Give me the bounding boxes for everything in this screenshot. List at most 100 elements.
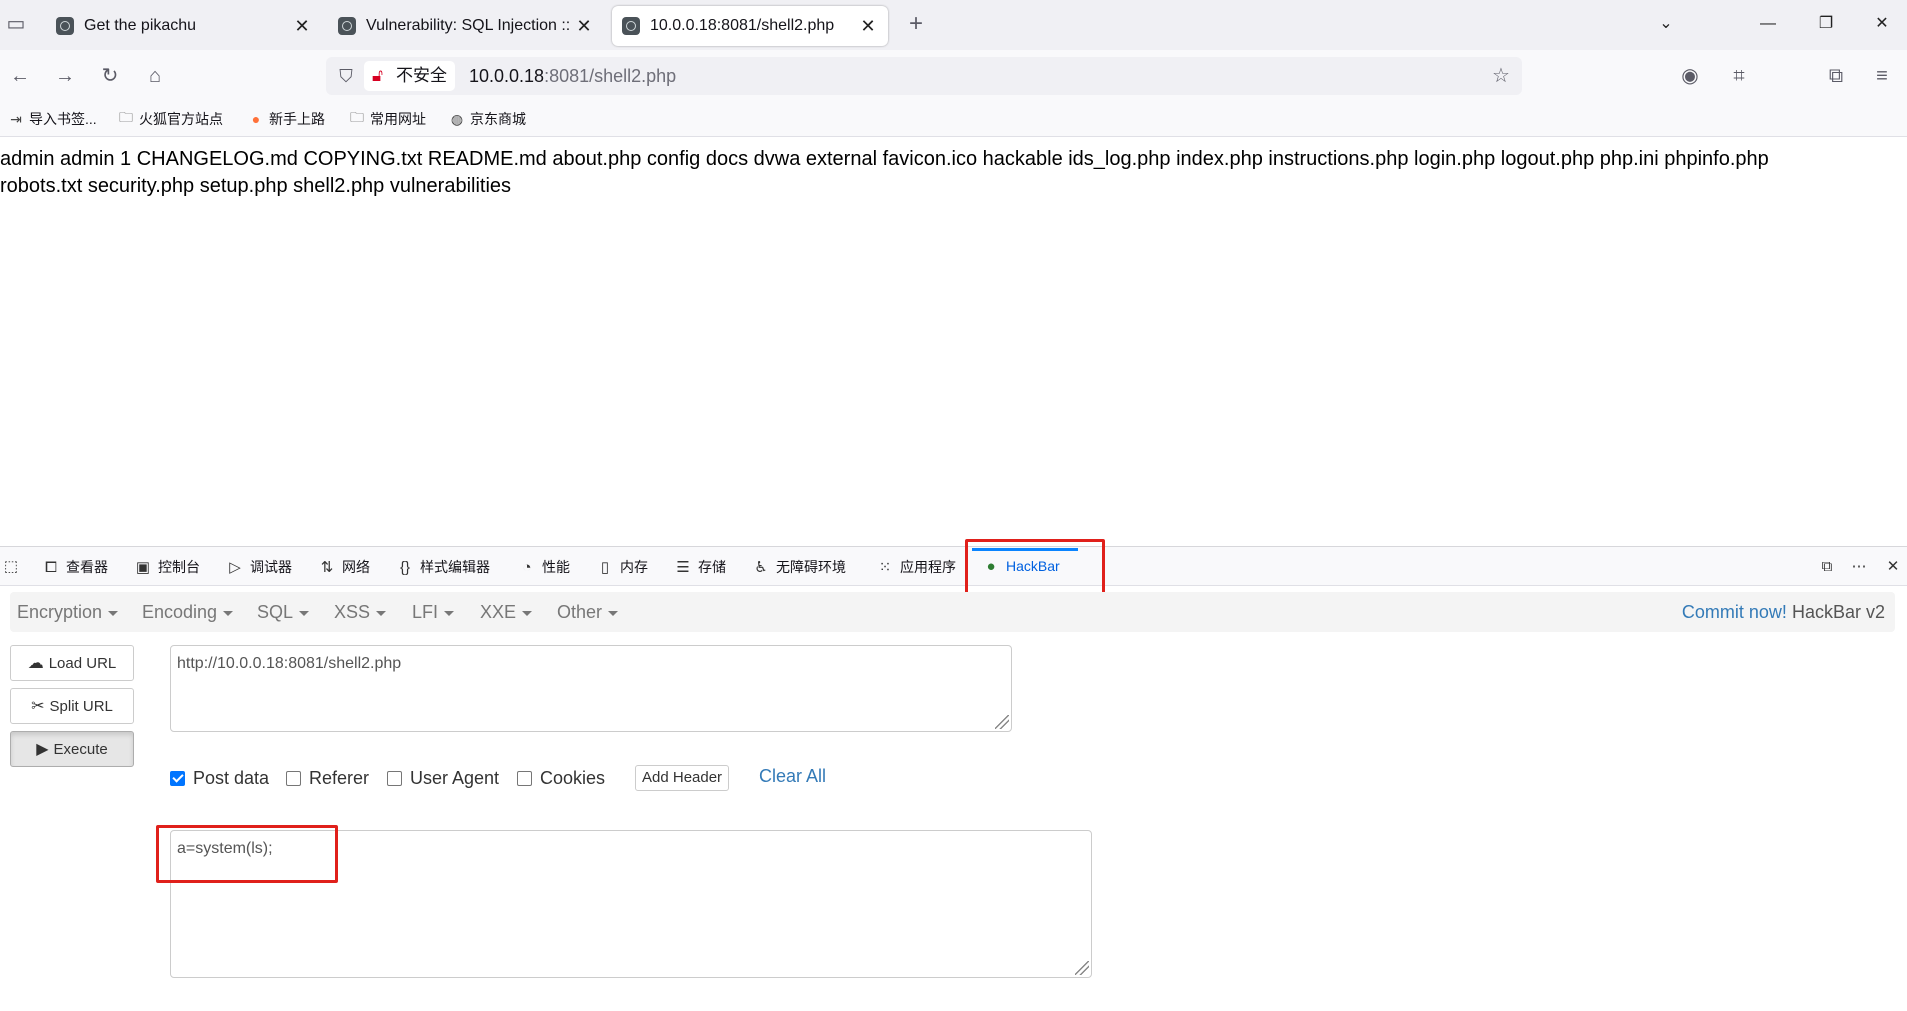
menu-encryption[interactable]: Encryption [17, 602, 119, 623]
tab-console[interactable]: ▣ 控制台 [134, 557, 200, 577]
hackbar-menu: Encryption Encoding SQL XSS LFI XXE Othe… [10, 592, 1895, 632]
tab-accessibility[interactable]: ♿︎ 无障碍环境 [752, 557, 846, 577]
menu-xxe[interactable]: XXE [480, 602, 533, 623]
close-devtools-icon[interactable]: ✕ [1884, 557, 1907, 575]
accessibility-icon: ♿︎ [754, 559, 768, 576]
bookmark-getting-started[interactable]: ● 新手上路 [248, 109, 325, 129]
bookmark-common-sites[interactable]: 🗀︎ 常用网址 [349, 109, 426, 129]
reload-icon[interactable]: ↻ [98, 64, 122, 88]
account-icon[interactable]: ◉ [1678, 64, 1702, 88]
tab-network[interactable]: ⇅ 网络 [318, 557, 370, 577]
restore-icon[interactable]: ❐ [1806, 10, 1846, 38]
bookmark-label: 常用网址 [370, 111, 426, 127]
menu-lfi[interactable]: LFI [412, 602, 455, 623]
minimize-icon[interactable]: — [1748, 10, 1788, 38]
devtools-tab-label: 调试器 [250, 559, 292, 575]
bookmark-import[interactable]: ⇥ 导入书签... [8, 109, 97, 129]
resize-grip-icon[interactable] [1075, 961, 1089, 975]
checkbox-checked[interactable] [170, 770, 185, 786]
commit-info: Commit now! HackBar v2 [1682, 602, 1885, 623]
button-label: Load URL [48, 654, 117, 672]
url-bar[interactable]: ⛉ 🔓︎ 不安全 10.0.0.18:8081/shell2.php ☆ [326, 57, 1522, 95]
folder-icon: 🗀︎ [350, 109, 364, 125]
import-icon: ⇥ [10, 110, 22, 127]
bookmark-jd[interactable]: ◍ 京东商城 [449, 109, 526, 129]
user-agent-checkbox[interactable]: User Agent [387, 766, 499, 790]
new-tab-icon[interactable]: + [904, 12, 928, 36]
debugger-icon: ▷ [229, 559, 241, 576]
tab-close-icon[interactable]: ✕ [574, 16, 594, 37]
menu-encoding[interactable]: Encoding [142, 602, 234, 623]
url-textarea[interactable]: http://10.0.0.18:8081/shell2.php [170, 645, 1012, 732]
caret-down-icon [522, 610, 533, 616]
url-textarea-value: http://10.0.0.18:8081/shell2.php [177, 655, 402, 672]
forward-icon[interactable]: → [53, 64, 77, 88]
tab-close-icon[interactable]: ✕ [292, 16, 312, 37]
tab-inspector[interactable]: ⧠ 查看器 [42, 557, 108, 577]
tab-pikachu[interactable]: Get the pikachu ✕ [46, 6, 322, 46]
url-text[interactable]: 10.0.0.18:8081/shell2.php [469, 57, 676, 95]
commit-now-link[interactable]: Commit now! [1682, 602, 1787, 622]
tab-sql-injection[interactable]: Vulnerability: SQL Injection :: ✕ [328, 6, 604, 46]
home-icon[interactable]: ⌂ [143, 64, 167, 88]
bookmark-label: 新手上路 [269, 111, 325, 127]
menu-other[interactable]: Other [557, 602, 619, 623]
checkbox-unchecked[interactable] [517, 770, 532, 786]
devtools-tab-label: 控制台 [158, 559, 200, 575]
hackbar-version: HackBar v2 [1791, 602, 1885, 622]
tab-style-editor[interactable]: {} 样式编辑器 [396, 557, 490, 577]
add-header-button[interactable]: Add Header [635, 765, 730, 791]
element-picker-icon[interactable]: ⬚ [2, 557, 26, 575]
caret-down-icon [444, 610, 455, 616]
connection-not-secure[interactable]: 🔓︎ 不安全 [364, 61, 455, 91]
tab-title: Vulnerability: SQL Injection :: [366, 17, 571, 34]
more-options-icon[interactable]: ⋯ [1850, 557, 1874, 575]
cloud-download-icon: ☁ [27, 655, 44, 672]
split-url-button[interactable]: ✂ Split URL [10, 688, 134, 724]
tab-performance[interactable]: ◔ 性能 [518, 557, 570, 577]
broken-lock-icon: 🔓︎ [372, 66, 384, 85]
checkbox-unchecked[interactable] [387, 770, 402, 786]
tab-list-icon[interactable]: ▭ [4, 12, 28, 36]
menu-label: LFI [412, 602, 439, 622]
execute-button[interactable]: ▶ Execute [10, 731, 134, 767]
post-data-checkbox[interactable]: Post data [170, 766, 269, 790]
inspector-icon: ⧠ [44, 558, 57, 576]
tab-shell2[interactable]: 10.0.0.18:8081/shell2.php ✕ [612, 6, 888, 46]
highlight-box-post-data [156, 825, 338, 883]
insecure-label: 不安全 [396, 66, 447, 85]
referer-checkbox[interactable]: Referer [286, 766, 369, 790]
dock-side-icon[interactable]: ⧉ [1818, 557, 1842, 575]
tab-storage[interactable]: ☰ 存储 [674, 557, 726, 577]
site-favicon-icon [56, 17, 74, 35]
navigation-toolbar: ← → ↻ ⌂ ⛉ 🔓︎ 不安全 10.0.0.18:8081/shell2.p… [0, 50, 1907, 102]
chevron-down-icon[interactable]: ⌄ [1646, 10, 1686, 38]
firefox-icon: ● [251, 111, 261, 127]
back-icon[interactable]: ← [8, 64, 32, 88]
style-editor-icon: {} [399, 558, 411, 576]
checkbox-unchecked[interactable] [286, 770, 301, 786]
menu-label: XXE [480, 602, 517, 622]
bookmark-star-icon[interactable]: ☆ [1489, 64, 1513, 88]
resize-grip-icon[interactable] [995, 715, 1009, 729]
load-url-button[interactable]: ☁ Load URL [10, 645, 134, 681]
url-path: :8081/shell2.php [544, 66, 677, 86]
tab-debugger[interactable]: ▷ 调试器 [226, 557, 292, 577]
bookmark-label: 京东商城 [470, 111, 526, 127]
menu-xss[interactable]: XSS [334, 602, 387, 623]
cookies-checkbox[interactable]: Cookies [517, 766, 605, 790]
extensions-icon[interactable]: ⧉ [1824, 64, 1848, 88]
caret-down-icon [223, 610, 234, 616]
tab-application[interactable]: ⁙ 应用程序 [876, 557, 956, 577]
menu-sql[interactable]: SQL [257, 602, 310, 623]
bookmark-firefox-site[interactable]: 🗀︎ 火狐官方站点 [118, 109, 223, 129]
performance-icon: ◔ [522, 558, 532, 576]
window-close-icon[interactable]: ✕ [1862, 10, 1902, 38]
bookmarks-bar: ⇥ 导入书签... 🗀︎ 火狐官方站点 ● 新手上路 🗀︎ 常用网址 ◍ 京东商城 [0, 102, 1907, 137]
crop-screenshot-icon[interactable]: ⌗ [1727, 64, 1751, 88]
shield-icon[interactable]: ⛉ [334, 64, 358, 88]
tab-memory[interactable]: ▯ 内存 [596, 557, 648, 577]
clear-all-link[interactable]: Clear All [759, 766, 826, 787]
tab-close-icon[interactable]: ✕ [858, 16, 878, 37]
menu-icon[interactable]: ≡ [1870, 64, 1894, 88]
